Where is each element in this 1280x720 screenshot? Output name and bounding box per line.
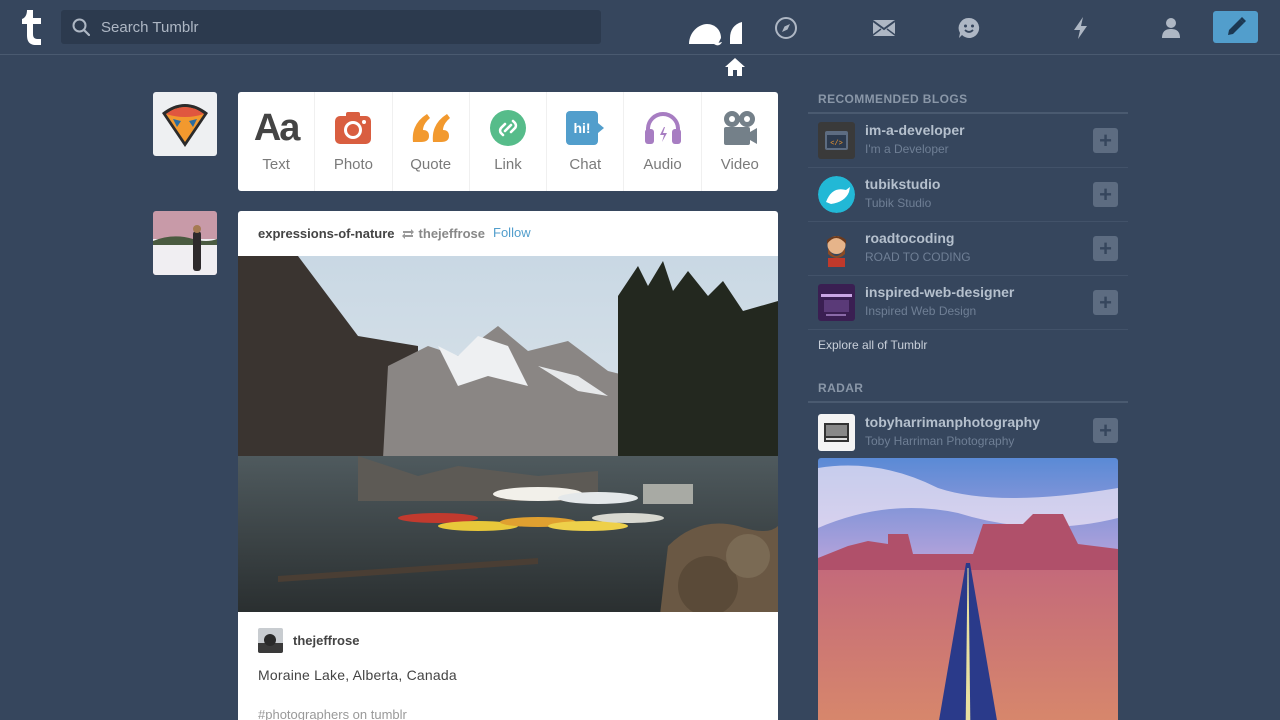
chat-icon: hi!	[565, 108, 605, 148]
blog-description: I'm a Developer	[865, 142, 949, 156]
account-icon[interactable]	[1157, 14, 1185, 42]
follow-plus-button[interactable]: +	[1093, 290, 1118, 315]
top-bar	[0, 0, 1280, 55]
post-caption: Moraine Lake, Alberta, Canada	[258, 667, 457, 683]
blog-avatar[interactable]	[818, 176, 855, 213]
post-type-audio[interactable]: Audio	[624, 92, 702, 191]
post-type-video[interactable]: Video	[702, 92, 778, 191]
home-icon[interactable]	[688, 18, 744, 48]
link-icon	[489, 108, 527, 148]
post-type-text[interactable]: Aa Text	[238, 92, 316, 191]
post-type-label: Photo	[333, 156, 374, 173]
reblog-icon	[401, 227, 415, 241]
reblog-source-name[interactable]: thejeffrose	[419, 226, 485, 241]
search-icon	[61, 18, 101, 36]
post-blog-avatar[interactable]	[153, 211, 217, 275]
post-card: expressions-of-nature thejeffrose Follow	[238, 211, 778, 720]
caption-user-name[interactable]: thejeffrose	[293, 633, 359, 648]
compose-button[interactable]	[1213, 11, 1258, 43]
radar-photo[interactable]	[818, 458, 1118, 720]
explore-all-link[interactable]: Explore all of Tumblr	[818, 338, 927, 352]
post-type-label: Audio	[643, 156, 682, 173]
camera-icon	[334, 108, 372, 148]
blog-name[interactable]: tobyharrimanphotography	[865, 414, 1040, 430]
explore-icon[interactable]	[772, 14, 800, 42]
post-type-link[interactable]: Link	[470, 92, 548, 191]
tumblr-logo-icon[interactable]	[20, 8, 44, 46]
blog-name[interactable]: inspired-web-designer	[865, 284, 1014, 300]
follow-plus-button[interactable]: +	[1093, 418, 1118, 443]
post-type-label: Link	[494, 156, 522, 173]
blog-description: ROAD TO CODING	[865, 250, 971, 264]
text-icon: Aa	[253, 107, 301, 149]
post-type-label: Text	[262, 156, 290, 173]
blog-description: Inspired Web Design	[865, 304, 977, 318]
blog-description: Toby Harriman Photography	[865, 434, 1015, 448]
active-home-marker-icon	[725, 58, 745, 76]
post-type-chat[interactable]: hi! Chat	[547, 92, 625, 191]
recommended-blogs-title: RECOMMENDED BLOGS	[808, 92, 1128, 114]
post-type-label: Chat	[569, 156, 602, 173]
blog-avatar[interactable]	[818, 230, 855, 267]
follow-plus-button[interactable]: +	[1093, 182, 1118, 207]
svg-text:hi!: hi!	[574, 120, 591, 136]
activity-icon[interactable]	[1067, 14, 1095, 42]
blog-avatar[interactable]	[818, 414, 855, 451]
recommended-blog-item[interactable]: inspired-web-designer Inspired Web Desig…	[808, 276, 1128, 330]
recommended-blog-item[interactable]: </> im-a-developer I'm a Developer +	[808, 114, 1128, 168]
post-photo[interactable]	[238, 256, 778, 612]
blog-avatar[interactable]	[818, 284, 855, 321]
follow-plus-button[interactable]: +	[1093, 236, 1118, 261]
post-tag[interactable]: #photographers on tumblr	[238, 683, 778, 720]
caption-user-avatar[interactable]	[258, 628, 283, 653]
radar-title: RADAR	[808, 381, 1128, 403]
headphones-icon	[643, 108, 683, 148]
inbox-icon[interactable]	[870, 14, 898, 42]
recommended-blog-item[interactable]: tubikstudio Tubik Studio +	[808, 168, 1128, 222]
video-camera-icon	[722, 108, 758, 148]
my-blog-avatar[interactable]	[153, 92, 217, 156]
post-blog-name[interactable]: expressions-of-nature	[258, 226, 395, 241]
blog-name[interactable]: roadtocoding	[865, 230, 954, 246]
pencil-icon	[1227, 17, 1246, 35]
recommended-blog-item[interactable]: roadtocoding ROAD TO CODING +	[808, 222, 1128, 276]
quote-icon	[411, 108, 451, 148]
search-input[interactable]	[101, 18, 581, 36]
post-type-quote[interactable]: Quote	[393, 92, 470, 191]
blog-avatar[interactable]: </>	[818, 122, 855, 159]
blog-name[interactable]: im-a-developer	[865, 122, 965, 138]
post-type-photo[interactable]: Photo	[315, 92, 393, 191]
follow-link[interactable]: Follow	[493, 225, 531, 240]
follow-plus-button[interactable]: +	[1093, 128, 1118, 153]
radar-blog-item[interactable]: tobyharrimanphotography Toby Harriman Ph…	[808, 406, 1128, 456]
svg-text:</>: </>	[830, 140, 843, 148]
blog-description: Tubik Studio	[865, 196, 932, 210]
post-header: expressions-of-nature thejeffrose Follow	[238, 211, 778, 256]
post-type-bar: Aa Text Photo Quote Link hi! Chat Audio	[238, 92, 778, 191]
blog-name[interactable]: tubikstudio	[865, 176, 940, 192]
post-type-label: Quote	[410, 156, 452, 173]
search-box[interactable]	[61, 10, 601, 44]
messaging-icon[interactable]	[955, 14, 983, 42]
caption-attribution: thejeffrose	[238, 612, 778, 653]
post-type-label: Video	[720, 156, 759, 173]
